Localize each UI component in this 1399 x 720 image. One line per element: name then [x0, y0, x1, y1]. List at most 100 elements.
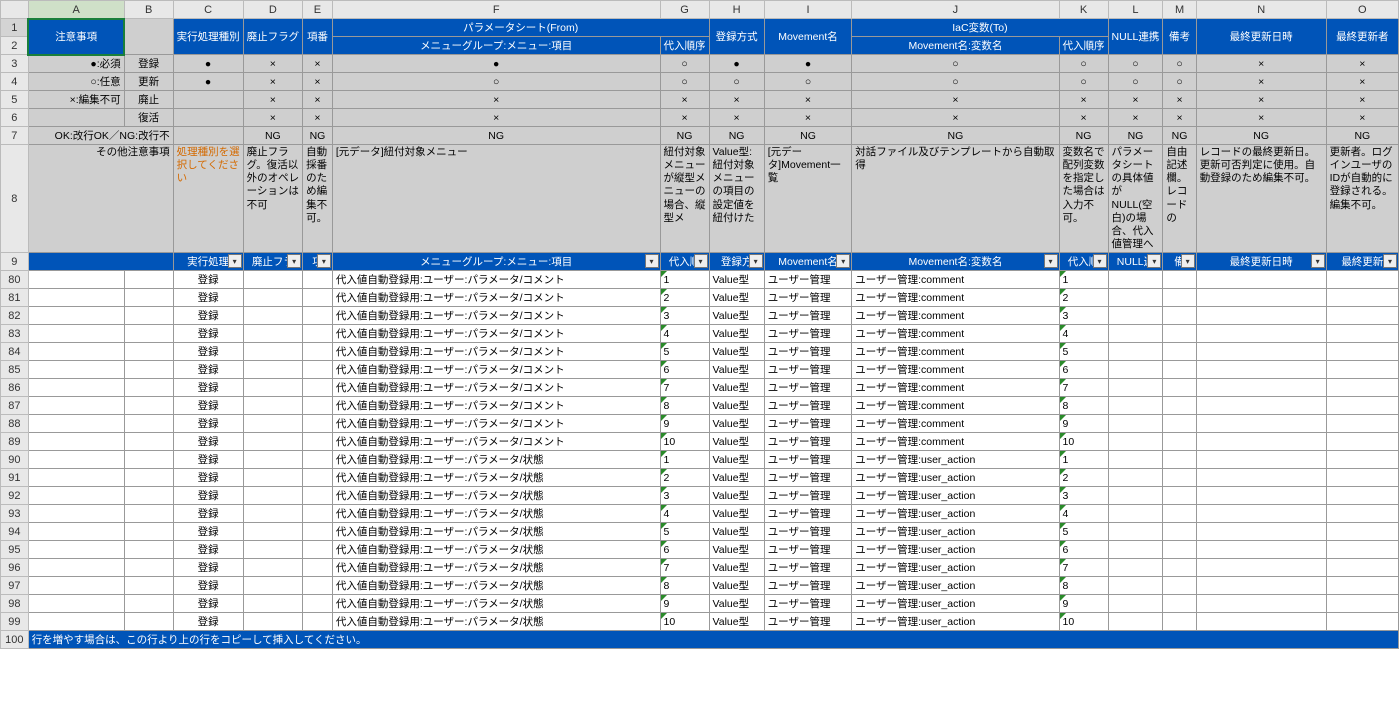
row-header-85[interactable]: 85: [1, 361, 29, 379]
col-header-M[interactable]: M: [1163, 1, 1196, 19]
cell-C7[interactable]: [173, 127, 243, 145]
cell-M96[interactable]: [1163, 559, 1196, 577]
cell-O88[interactable]: [1326, 415, 1398, 433]
cell-B89[interactable]: [124, 433, 173, 451]
filter-header-C[interactable]: 実行処理: [173, 253, 243, 271]
cell-F99[interactable]: 代入値自動登録用:ユーザー:パラメータ/状態: [332, 613, 660, 631]
cell-M84[interactable]: [1163, 343, 1196, 361]
row-header-5[interactable]: 5: [1, 91, 29, 109]
cell-I5[interactable]: ×: [764, 91, 852, 109]
cell-N87[interactable]: [1196, 397, 1326, 415]
cell-D82[interactable]: [243, 307, 303, 325]
cell-H95[interactable]: Value型: [709, 541, 764, 559]
cell-L86[interactable]: [1108, 379, 1163, 397]
cell-D99[interactable]: [243, 613, 303, 631]
cell-M8[interactable]: 自由記述欄。レコードの: [1163, 145, 1196, 253]
cell-I88[interactable]: ユーザー管理: [764, 415, 852, 433]
cell-H3[interactable]: ●: [709, 55, 764, 73]
cell-A95[interactable]: [28, 541, 124, 559]
cell-I8[interactable]: [元データ]Movement一覧: [764, 145, 852, 253]
cell-D90[interactable]: [243, 451, 303, 469]
cell-G82[interactable]: 3: [660, 307, 709, 325]
cell-C8[interactable]: 処理種別を選択してください: [173, 145, 243, 253]
cell-E7[interactable]: NG: [303, 127, 333, 145]
cell-F98[interactable]: 代入値自動登録用:ユーザー:パラメータ/状態: [332, 595, 660, 613]
cell-J5[interactable]: ×: [852, 91, 1059, 109]
cell-H87[interactable]: Value型: [709, 397, 764, 415]
cell-O92[interactable]: [1326, 487, 1398, 505]
cell-D5[interactable]: ×: [243, 91, 303, 109]
cell-C80[interactable]: 登録: [173, 271, 243, 289]
col-header-K[interactable]: K: [1059, 1, 1108, 19]
cell-A96[interactable]: [28, 559, 124, 577]
cell-I98[interactable]: ユーザー管理: [764, 595, 852, 613]
cell-K96[interactable]: 7: [1059, 559, 1108, 577]
cell-B93[interactable]: [124, 505, 173, 523]
cell-A93[interactable]: [28, 505, 124, 523]
cell-L97[interactable]: [1108, 577, 1163, 595]
cell-C84[interactable]: 登録: [173, 343, 243, 361]
cell-G90[interactable]: 1: [660, 451, 709, 469]
cell-M4[interactable]: ○: [1163, 73, 1196, 91]
filter-dropdown-D[interactable]: [287, 254, 301, 268]
cell-O4[interactable]: ×: [1326, 73, 1398, 91]
cell-K2[interactable]: 代入順序: [1059, 37, 1108, 55]
cell-E8[interactable]: 自動採番のため編集不可。: [303, 145, 333, 253]
cell-I95[interactable]: ユーザー管理: [764, 541, 852, 559]
cell-C82[interactable]: 登録: [173, 307, 243, 325]
col-header-N[interactable]: N: [1196, 1, 1326, 19]
cell-J84[interactable]: ユーザー管理:comment: [852, 343, 1059, 361]
cell-B82[interactable]: [124, 307, 173, 325]
cell-I83[interactable]: ユーザー管理: [764, 325, 852, 343]
cell-B97[interactable]: [124, 577, 173, 595]
cell-F8[interactable]: [元データ]紐付対象メニュー: [332, 145, 660, 253]
row-header-87[interactable]: 87: [1, 397, 29, 415]
cell-O85[interactable]: [1326, 361, 1398, 379]
cell-B4[interactable]: 更新: [124, 73, 173, 91]
cell-I96[interactable]: ユーザー管理: [764, 559, 852, 577]
cell-A87[interactable]: [28, 397, 124, 415]
cell-O89[interactable]: [1326, 433, 1398, 451]
cell-A97[interactable]: [28, 577, 124, 595]
table-row[interactable]: 80登録代入値自動登録用:ユーザー:パラメータ/コメント1Value型ユーザー管…: [1, 271, 1399, 289]
cell-O86[interactable]: [1326, 379, 1398, 397]
cell-G8[interactable]: 紐付対象メニューが縦型メニューの場合、縦型メ: [660, 145, 709, 253]
table-row[interactable]: 85登録代入値自動登録用:ユーザー:パラメータ/コメント6Value型ユーザー管…: [1, 361, 1399, 379]
cell-A82[interactable]: [28, 307, 124, 325]
cell-J98[interactable]: ユーザー管理:user_action: [852, 595, 1059, 613]
cell-A1[interactable]: 注意事項: [28, 19, 124, 55]
col-header-J[interactable]: J: [852, 1, 1059, 19]
cell-C89[interactable]: 登録: [173, 433, 243, 451]
cell-N1[interactable]: 最終更新日時: [1196, 19, 1326, 55]
cell-E1[interactable]: 項番: [303, 19, 333, 55]
cell-I80[interactable]: ユーザー管理: [764, 271, 852, 289]
cell-J8[interactable]: 対話ファイル及びテンプレートから自動取得: [852, 145, 1059, 253]
cell-K85[interactable]: 6: [1059, 361, 1108, 379]
cell-C81[interactable]: 登録: [173, 289, 243, 307]
cell-F90[interactable]: 代入値自動登録用:ユーザー:パラメータ/状態: [332, 451, 660, 469]
cell-I87[interactable]: ユーザー管理: [764, 397, 852, 415]
cell-N90[interactable]: [1196, 451, 1326, 469]
cell-L83[interactable]: [1108, 325, 1163, 343]
cell-L91[interactable]: [1108, 469, 1163, 487]
row-header-89[interactable]: 89: [1, 433, 29, 451]
cell-L1[interactable]: NULL連携: [1108, 19, 1163, 55]
filter-dropdown-C[interactable]: [228, 254, 242, 268]
cell-E96[interactable]: [303, 559, 333, 577]
cell-J87[interactable]: ユーザー管理:comment: [852, 397, 1059, 415]
cell-J85[interactable]: ユーザー管理:comment: [852, 361, 1059, 379]
cell-E88[interactable]: [303, 415, 333, 433]
cell-O97[interactable]: [1326, 577, 1398, 595]
cell-H6[interactable]: ×: [709, 109, 764, 127]
filter-header-J[interactable]: Movement名:変数名: [852, 253, 1059, 271]
cell-B95[interactable]: [124, 541, 173, 559]
cell-C90[interactable]: 登録: [173, 451, 243, 469]
cell-D1[interactable]: 廃止フラグ: [243, 19, 303, 55]
table-row[interactable]: 92登録代入値自動登録用:ユーザー:パラメータ/状態3Value型ユーザー管理ユ…: [1, 487, 1399, 505]
cell-J96[interactable]: ユーザー管理:user_action: [852, 559, 1059, 577]
cell-O81[interactable]: [1326, 289, 1398, 307]
table-row[interactable]: 89登録代入値自動登録用:ユーザー:パラメータ/コメント10Value型ユーザー…: [1, 433, 1399, 451]
cell-M81[interactable]: [1163, 289, 1196, 307]
cell-J83[interactable]: ユーザー管理:comment: [852, 325, 1059, 343]
cell-D8[interactable]: 廃止フラグ。復活以外のオペレーションは不可: [243, 145, 303, 253]
